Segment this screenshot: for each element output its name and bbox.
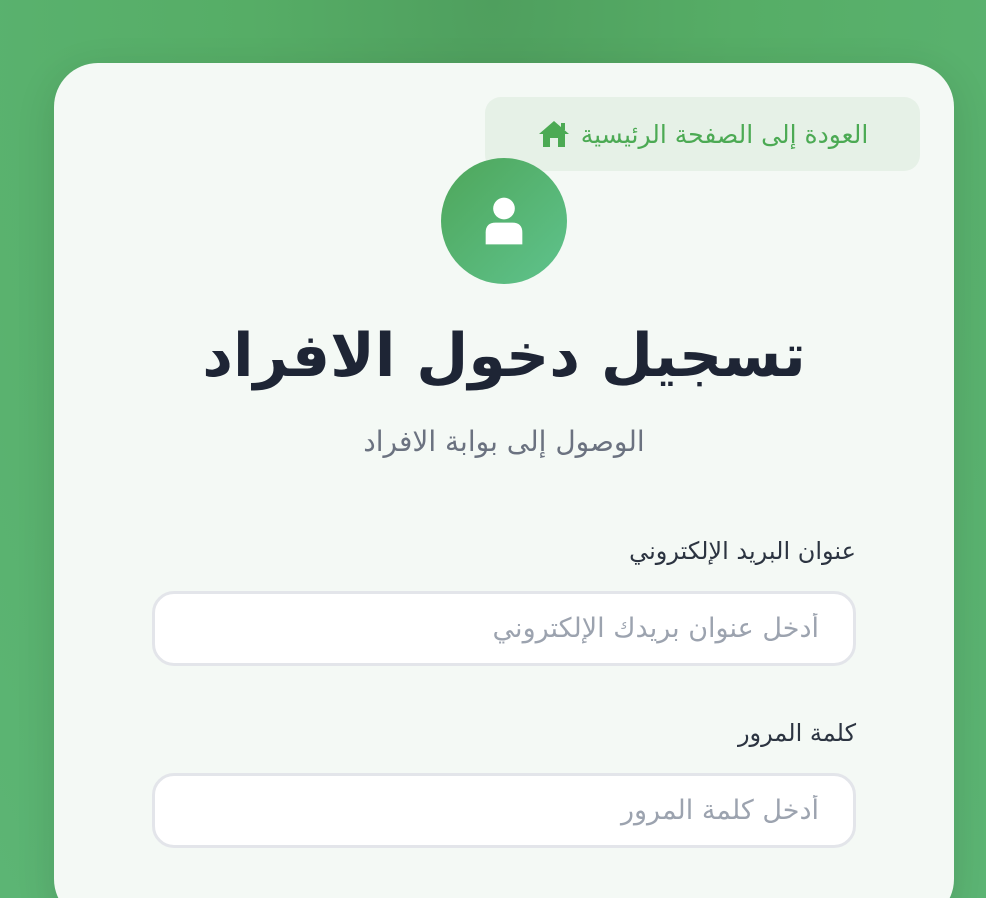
login-card: العودة إلى الصفحة الرئيسية تسجيل دخول ال… — [54, 63, 954, 898]
page-subtitle: الوصول إلى بوابة الافراد — [363, 425, 645, 458]
back-link-label: العودة إلى الصفحة الرئيسية — [580, 119, 869, 149]
email-label: عنوان البريد الإلكتروني — [629, 537, 856, 565]
page-title: تسجيل دخول الافراد — [202, 321, 806, 391]
email-field[interactable] — [152, 591, 856, 666]
back-to-home-link[interactable]: العودة إلى الصفحة الرئيسية — [485, 97, 920, 171]
avatar — [441, 158, 567, 284]
user-icon — [485, 197, 523, 245]
home-icon — [537, 119, 571, 149]
password-field[interactable] — [152, 773, 856, 848]
password-label: كلمة المرور — [737, 719, 856, 747]
